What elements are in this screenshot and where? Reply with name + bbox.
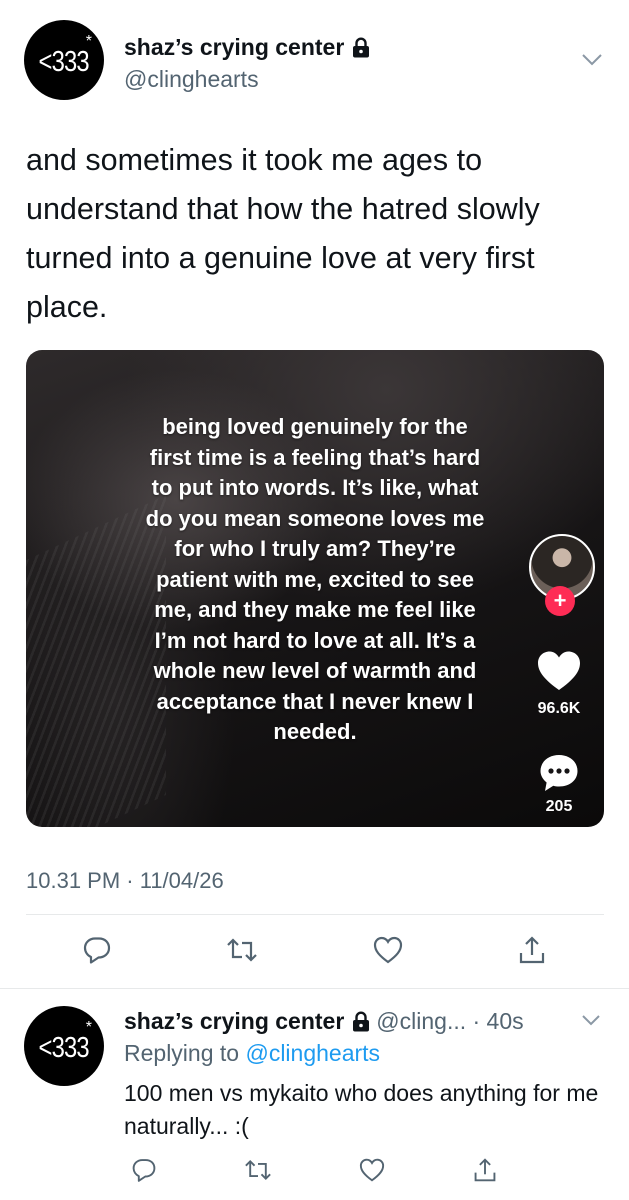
reply-retweet-button[interactable] (238, 1150, 278, 1190)
divider (26, 914, 604, 915)
retweet-button[interactable] (222, 930, 262, 970)
lock-icon (352, 1011, 370, 1032)
heart-icon (373, 936, 403, 964)
chevron-down-icon[interactable] (580, 52, 604, 73)
comment-icon (83, 937, 111, 964)
heart-icon (359, 1158, 385, 1182)
reply-comment-button[interactable] (124, 1150, 164, 1190)
avatar-logo-text: <333 (38, 1031, 90, 1064)
share-button[interactable] (512, 930, 552, 970)
tiktok-comment-icon[interactable] (538, 752, 580, 799)
comment-count: 205 (545, 798, 573, 815)
reply-display-name: shaz’s crying center (124, 1008, 345, 1034)
share-icon (519, 936, 545, 964)
tweet-media[interactable]: being loved genuinely for the first time… (26, 350, 604, 827)
author-handle[interactable]: @clinghearts (124, 66, 259, 93)
avatar-logo-star: * (85, 1019, 92, 1036)
author-name-row[interactable]: shaz’s crying center (124, 34, 370, 61)
reply-like-button[interactable] (352, 1150, 392, 1190)
tweet-timestamp: 10.31 PM · 11/04/26 (26, 868, 224, 893)
reply-header[interactable]: shaz’s crying center @cling... · 40s (124, 1008, 524, 1035)
like-count: 96.6K (537, 700, 581, 717)
author-avatar[interactable]: <333 * (24, 20, 104, 100)
reply-share-button[interactable] (465, 1150, 505, 1190)
tweet-text: and sometimes it took me ages to underst… (26, 143, 540, 324)
avatar-logo-star: * (85, 33, 92, 50)
chevron-down-icon[interactable] (580, 1013, 602, 1032)
avatar-logo-text: <333 (38, 45, 90, 78)
author-display-name: shaz’s crying center (124, 34, 345, 60)
reply-author-avatar[interactable]: <333 * (24, 1006, 104, 1086)
section-divider (0, 988, 629, 989)
follow-plus-button[interactable]: + (545, 586, 575, 616)
tiktok-heart-icon[interactable] (536, 650, 582, 697)
lock-icon (352, 37, 370, 58)
like-button[interactable] (368, 930, 408, 970)
comment-icon (132, 1159, 156, 1182)
retweet-icon (245, 1159, 271, 1181)
share-icon (474, 1158, 496, 1182)
retweet-icon (227, 938, 257, 962)
replying-to-line: Replying to @clinghearts (124, 1040, 380, 1067)
media-overlay-text: being loved genuinely for the first time… (145, 414, 485, 744)
comment-button[interactable] (77, 930, 117, 970)
replying-to-mention[interactable]: @clinghearts (245, 1040, 380, 1066)
reply-text: 100 men vs mykaito who does anything for… (124, 1080, 599, 1139)
reply-handle-time: @cling... · 40s (376, 1008, 524, 1034)
replying-to-prefix: Replying to (124, 1040, 246, 1066)
